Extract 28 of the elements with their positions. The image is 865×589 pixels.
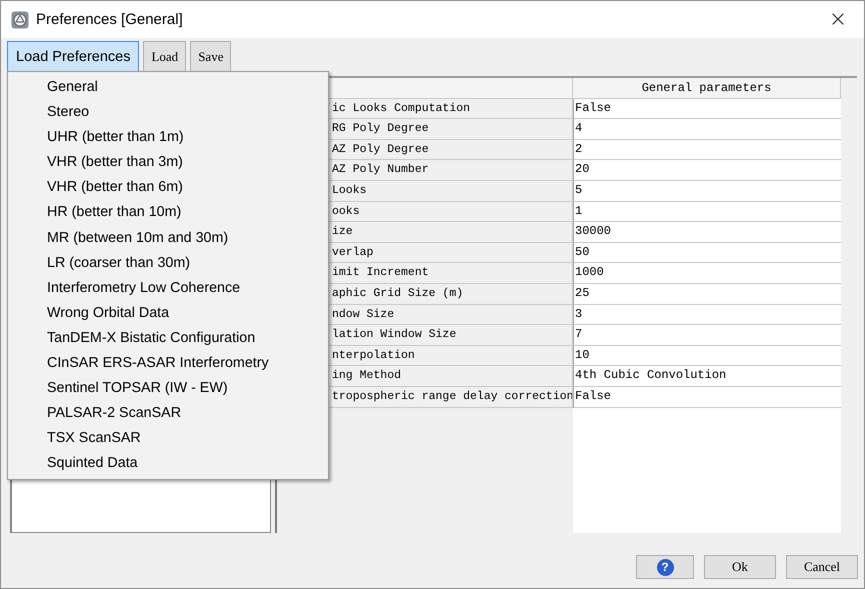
table-cell[interactable]: 4th Cubic Convolution: [573, 366, 841, 387]
table-cell[interactable]: 7: [573, 325, 841, 346]
ok-button[interactable]: Ok: [704, 555, 776, 579]
toolbar-button[interactable]: Save: [190, 41, 232, 72]
table-cell[interactable]: 25: [573, 284, 841, 305]
menu-button[interactable]: Load Preferences: [7, 41, 140, 72]
table-cell[interactable]: 1000: [573, 263, 841, 284]
cancel-button[interactable]: Cancel: [786, 555, 858, 579]
table-cell[interactable]: 20: [573, 160, 841, 181]
window-title: Preferences [General]: [36, 11, 183, 28]
table-cell[interactable]: False: [573, 386, 841, 408]
column-header[interactable]: General parameters: [573, 78, 841, 99]
menu-item[interactable]: TSX ScanSAR: [8, 426, 328, 452]
table-cell[interactable]: 3: [573, 304, 841, 326]
table-cell[interactable]: 50: [573, 242, 841, 264]
menu-item[interactable]: Squinted Data: [8, 451, 328, 476]
table-cell[interactable]: 4: [573, 119, 841, 140]
table-cell[interactable]: 30000: [573, 222, 841, 243]
table-cell[interactable]: 5: [573, 180, 841, 202]
table-cell[interactable]: 10: [573, 346, 841, 366]
toolbar-button[interactable]: Load: [143, 41, 186, 72]
table-cell[interactable]: 1: [573, 202, 841, 222]
table-cell[interactable]: 2: [573, 140, 841, 160]
app-icon: [11, 10, 29, 28]
table-cell[interactable]: False: [573, 98, 841, 120]
menu-item[interactable]: General: [8, 75, 328, 100]
help-button[interactable]: ?: [636, 555, 694, 579]
close-button[interactable]: ×: [818, 4, 858, 34]
